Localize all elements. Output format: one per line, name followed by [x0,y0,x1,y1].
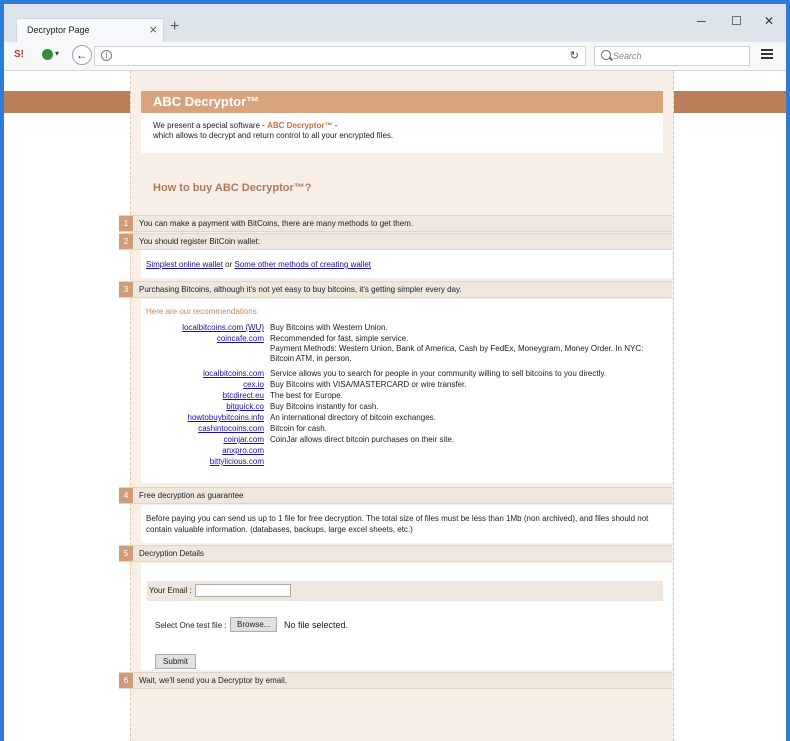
intro-line-2: which allows to decrypt and return contr… [153,131,394,140]
recommendation-desc: The best for Europe. [270,391,343,400]
file-label: Select One test file : [155,621,227,630]
search-icon [601,50,611,60]
browse-button[interactable]: Browse... [230,617,278,632]
recommendation-link[interactable]: coincafe.com [217,334,264,343]
step-number: 6 [119,673,133,688]
minimize-icon[interactable]: ─ [697,14,706,28]
search-input[interactable]: Search [594,46,750,66]
recommendations-block: Here are our recommendations: localbitco… [141,299,672,483]
recommendations-title: Here are our recommendations: [146,307,259,316]
howto-heading: How to buy ABC Decryptor™? [153,182,312,194]
tab-bar: Decryptor Page × + ─ ☐ ✕ [4,4,786,42]
other-wallet-methods-link[interactable]: Some other methods of creating wallet [235,260,372,269]
browser-window: Decryptor Page × + ─ ☐ ✕ S! ▾ ← i ↻ Sear… [0,0,790,741]
info-icon[interactable]: i [101,50,112,61]
recommendation-link[interactable]: bitquick.co [226,402,264,411]
step-text: Free decryption as guarantee [139,491,244,500]
reload-icon[interactable]: ↻ [570,49,579,62]
navigation-bar: S! ▾ ← i ↻ Search [4,42,786,71]
decryption-form: Your Email : Select One test file : Brow… [141,563,672,670]
tab-decryptor-page[interactable]: Decryptor Page × [16,18,164,42]
tab-title: Decryptor Page [27,25,90,35]
recommendation-link[interactable]: anxpro.com [222,446,264,455]
email-row: Your Email : [147,581,663,601]
step-5: 5 Decryption Details [119,545,672,562]
back-button[interactable]: ← [72,45,92,65]
recommendation-link[interactable]: localbitcoins.com (WU) [182,323,264,332]
recommendation-link[interactable]: btcdirect.eu [223,391,264,400]
submit-button[interactable]: Submit [155,654,196,669]
step-4: 4 Free decryption as guarantee [119,487,672,504]
address-bar[interactable]: i ↻ [94,46,586,66]
simplest-wallet-link[interactable]: Simplest online wallet [146,260,223,269]
free-decryption-block: Before paying you can send us up to 1 fi… [141,505,672,543]
close-window-icon[interactable]: ✕ [764,14,774,28]
recommendation-link[interactable]: coinjar.com [224,435,264,444]
search-placeholder: Search [613,51,642,61]
intro-line-1: We present a special software - ABC Decr… [153,121,338,130]
step-1: 1 You can make a payment with BitCoins, … [119,215,672,232]
maximize-icon[interactable]: ☐ [731,14,742,28]
recommendation-link[interactable]: howtobuybitcoins.info [188,413,265,422]
recommendation-link[interactable]: cex.io [243,380,264,389]
wallet-links-block: Simplest online wallet or Some other met… [141,250,672,278]
hamburger-menu-icon[interactable] [761,49,773,59]
extension-s-icon[interactable]: S! [14,49,24,60]
page-title: ABC Decryptor™ [153,94,260,109]
header-block: ABC Decryptor™ [141,91,663,113]
step-3: 3 Purchasing Bitcoins, although it's not… [119,281,672,298]
email-field[interactable] [195,584,291,597]
recommendation-desc: Bitcoin for cash. [270,424,327,433]
step-text: Wait, we'll send you a Decryptor by emai… [139,676,287,685]
email-label: Your Email : [149,586,192,595]
step-number: 3 [119,282,133,297]
recommendation-link[interactable]: localbitcoins.com [203,369,264,378]
recommendation-desc: Recommended for fast, simple service. Pa… [270,334,644,363]
new-tab-icon[interactable]: + [170,18,179,36]
page-viewport: ABC Decryptor™ We present a special soft… [4,71,786,741]
recommendation-link[interactable]: cashintocoins.com [198,424,264,433]
free-decryption-text: Before paying you can send us up to 1 fi… [146,514,649,534]
step-text: Decryption Details [139,549,204,558]
step-text: You can make a payment with BitCoins, th… [139,219,414,228]
recommendation-desc: Buy Bitcoins instantly for cash. [270,402,379,411]
recommendation-link[interactable]: bittylicious.com [210,457,264,466]
no-file-text: No file selected. [284,620,349,630]
step-number: 1 [119,216,133,231]
step-text: Purchasing Bitcoins, although it's not y… [139,285,462,294]
chevron-down-icon[interactable]: ▾ [55,49,59,58]
step-number: 2 [119,234,133,249]
intro-block: We present a special software - ABC Decr… [141,113,663,153]
recommendation-desc: Buy Bitcoins with Western Union. [270,323,388,332]
close-tab-icon[interactable]: × [149,22,157,37]
recommendation-desc: Service allows you to search for people … [270,369,606,378]
recommendation-desc: CoinJar allows direct bitcoin purchases … [270,435,455,444]
step-number: 5 [119,546,133,561]
recommendation-desc: Buy Bitcoins with VISA/MASTERCARD or wir… [270,380,467,389]
step-6: 6 Wait, we'll send you a Decryptor by em… [119,672,672,689]
extension-globe-icon[interactable] [42,49,53,60]
recommendation-desc: An international directory of bitcoin ex… [270,413,436,422]
step-number: 4 [119,488,133,503]
intro-brand: ABC Decryptor™ [267,121,333,130]
step-2: 2 You should register BitCoin wallet: [119,233,672,250]
step-text: You should register BitCoin wallet: [139,237,261,246]
